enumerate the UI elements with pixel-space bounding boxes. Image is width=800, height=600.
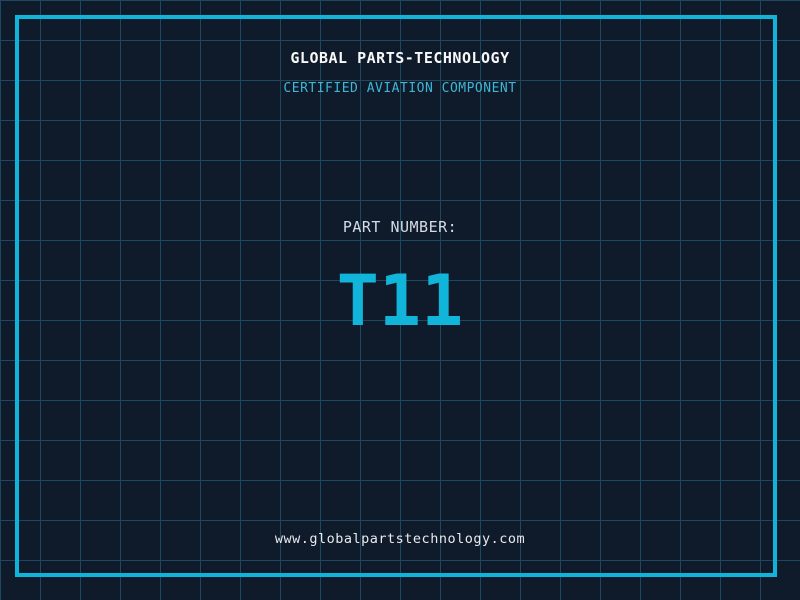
- part-number-value: T11: [336, 260, 464, 342]
- certification-tagline: CERTIFIED AVIATION COMPONENT: [283, 81, 517, 96]
- part-number-label: PART NUMBER:: [342, 218, 458, 236]
- company-title: GLOBAL PARTS-TECHNOLOGY: [290, 49, 510, 67]
- blueprint-placard: GLOBAL PARTS-TECHNOLOGY CERTIFIED AVIATI…: [0, 0, 800, 600]
- website-url: www.globalpartstechnology.com: [274, 531, 526, 547]
